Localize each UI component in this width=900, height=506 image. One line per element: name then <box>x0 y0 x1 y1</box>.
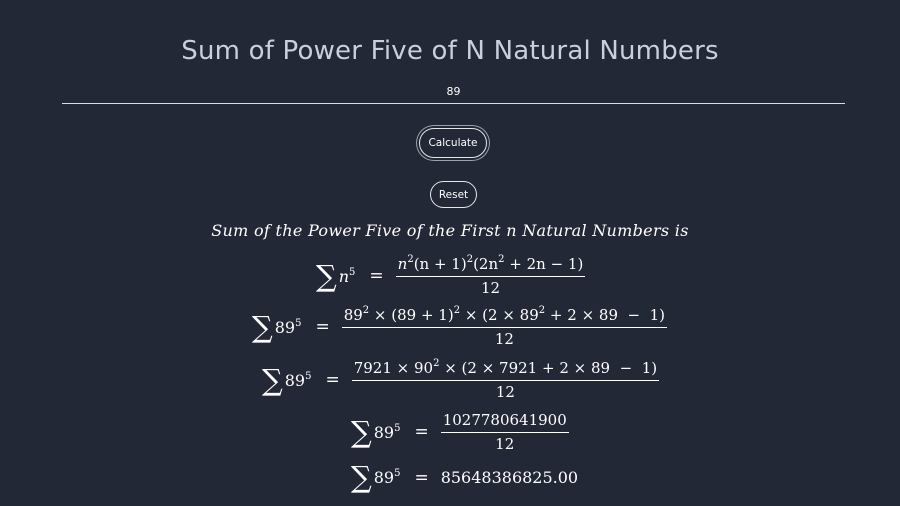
sigma-icon: ∑ <box>262 362 283 397</box>
final-result: 85648386825.00 <box>440 468 579 487</box>
step1-fraction: 892 × (89 + 1)2 × (2 × 892 + 2 × 89 − 1)… <box>341 306 668 348</box>
step2-numerator: 7921 × 902 × (2 × 7921 + 2 × 89 − 1) <box>351 359 660 381</box>
step3-numerator: 1027780641900 <box>440 411 569 433</box>
step3-lhs: 895 <box>373 422 401 442</box>
step1-equation: ∑ 895 = 892 × (89 + 1)2 × (2 × 892 + 2 ×… <box>252 306 668 348</box>
step1-numerator: 892 × (89 + 1)2 × (2 × 892 + 2 × 89 − 1) <box>341 306 668 328</box>
equals-sign: = <box>414 467 429 488</box>
equals-sign: = <box>325 370 340 390</box>
calculate-button[interactable]: Calculate <box>419 128 487 158</box>
sigma-icon: ∑ <box>351 460 372 494</box>
step2-fraction: 7921 × 902 × (2 × 7921 + 2 × 89 − 1) 12 <box>351 359 660 401</box>
sigma-icon: ∑ <box>316 258 337 293</box>
equals-sign: = <box>414 422 429 442</box>
sigma-icon: ∑ <box>252 309 273 344</box>
step3-denominator: 12 <box>495 435 515 453</box>
formula-equation: ∑ n5 = n2(n + 1)2(2n2 + 2n − 1) 12 <box>316 255 586 297</box>
result-heading: Sum of the Power Five of the First n Nat… <box>211 221 689 240</box>
equals-sign: = <box>315 317 330 337</box>
reset-button[interactable]: Reset <box>430 181 477 208</box>
step2-denominator: 12 <box>495 383 515 401</box>
step1-denominator: 12 <box>494 330 514 348</box>
step4-equation: ∑ 895 = 85648386825.00 <box>351 463 578 492</box>
formula-denominator: 12 <box>480 279 501 297</box>
sigma-icon: ∑ <box>351 414 372 449</box>
step3-equation: ∑ 895 = 1027780641900 12 <box>351 411 569 453</box>
equals-sign: = <box>369 266 384 286</box>
step1-lhs: 895 <box>274 317 302 337</box>
step2-equation: ∑ 895 = 7921 × 902 × (2 × 7921 + 2 × 89 … <box>262 359 660 401</box>
formula-fraction: n2(n + 1)2(2n2 + 2n − 1) 12 <box>395 255 586 297</box>
step4-lhs: 895 <box>373 468 401 487</box>
step3-fraction: 1027780641900 12 <box>440 411 569 453</box>
step2-lhs: 895 <box>284 370 312 390</box>
formula-lhs: n5 <box>338 266 356 286</box>
number-input[interactable] <box>62 80 845 104</box>
formula-numerator: n2(n + 1)2(2n2 + 2n − 1) <box>395 255 586 277</box>
page-title: Sum of Power Five of N Natural Numbers <box>181 36 719 66</box>
